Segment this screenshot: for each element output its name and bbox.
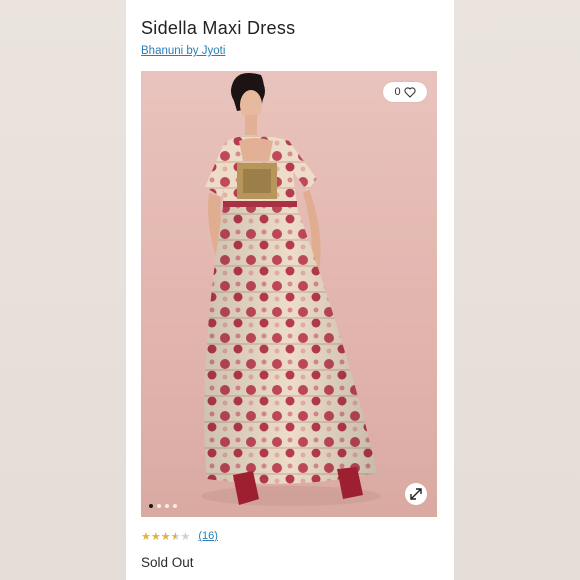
star-icon: ★ — [160, 529, 171, 543]
favorite-count: 0 — [394, 86, 401, 98]
star-rating: ★ ★ ★ ★ ★ — [141, 531, 190, 542]
product-image[interactable]: 0 — [141, 71, 437, 517]
reviews-link[interactable]: (16) — [198, 530, 218, 542]
rating-row: ★ ★ ★ ★ ★ (16) — [141, 530, 218, 542]
gallery-dot[interactable] — [173, 504, 177, 508]
dress-illustration — [201, 73, 381, 506]
product-card: Sidella Maxi Dress Bhanuni by Jyoti 0 ★ … — [126, 0, 454, 580]
gallery-pagination — [149, 504, 177, 508]
expand-button[interactable] — [405, 483, 427, 505]
favorite-button[interactable]: 0 — [383, 82, 427, 102]
star-icon: ★ — [141, 529, 151, 543]
product-title: Sidella Maxi Dress — [141, 18, 296, 38]
gallery-dot[interactable] — [165, 504, 169, 508]
availability-status: Sold Out — [141, 555, 194, 570]
star-icon: ★ — [150, 529, 161, 543]
star-icon: ★ — [170, 529, 181, 543]
star-icon: ★ — [180, 529, 191, 543]
left-backdrop — [0, 0, 126, 580]
brand-link[interactable]: Bhanuni by Jyoti — [141, 45, 225, 57]
right-backdrop — [454, 0, 580, 580]
gallery-dot[interactable] — [157, 504, 161, 508]
expand-arrows-icon — [410, 488, 422, 500]
gallery-dot[interactable] — [149, 504, 153, 508]
heart-icon — [403, 86, 416, 98]
